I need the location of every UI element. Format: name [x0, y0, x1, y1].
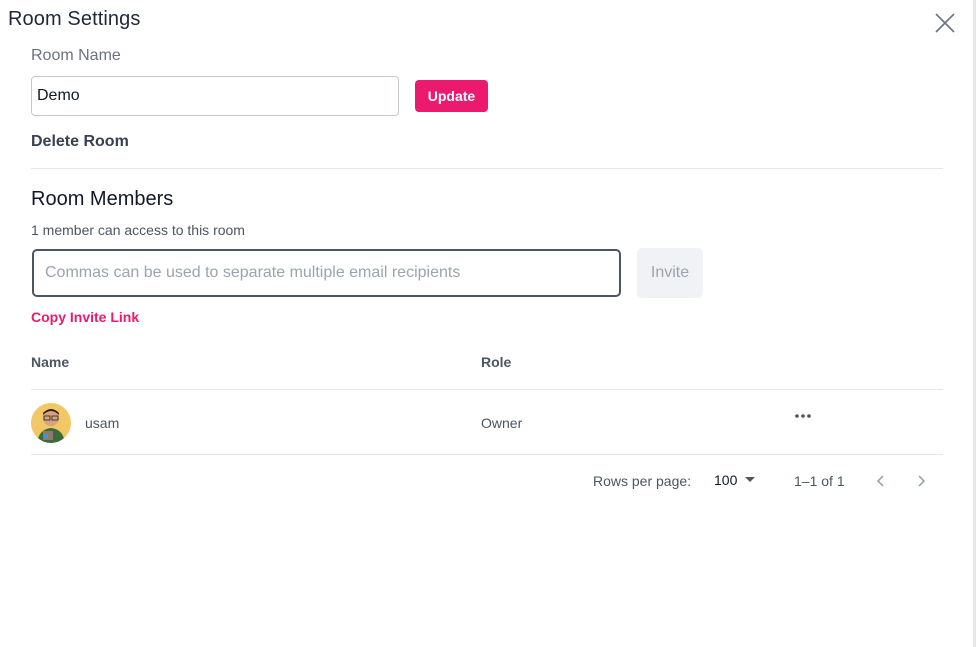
column-header-role[interactable]: Role [481, 354, 511, 370]
close-icon [935, 13, 955, 33]
rows-per-page-select[interactable]: 100 [714, 470, 760, 492]
invite-button[interactable]: Invite [637, 248, 703, 298]
room-name-input[interactable] [31, 76, 399, 116]
update-button[interactable]: Update [415, 80, 488, 112]
chevron-right-icon [918, 475, 926, 487]
room-name-label: Room Name [31, 47, 121, 64]
rows-per-page-label: Rows per page: [593, 473, 692, 489]
dialog-title: Room Settings [8, 8, 141, 30]
table-row-divider [31, 454, 943, 455]
members-count-text: 1 member can access to this room [31, 222, 245, 238]
member-name: usam [85, 415, 120, 431]
next-page-button[interactable] [910, 470, 932, 492]
pagination-range: 1–1 of 1 [794, 473, 845, 489]
room-members-title: Room Members [31, 188, 174, 210]
delete-room-button[interactable]: Delete Room [31, 133, 129, 151]
copy-invite-link[interactable]: Copy Invite Link [31, 309, 139, 325]
table-header-divider [31, 389, 943, 390]
more-horizontal-icon [795, 414, 811, 418]
column-header-name[interactable]: Name [31, 354, 69, 370]
invite-email-input[interactable] [32, 249, 621, 297]
rows-per-page-value: 100 [714, 472, 738, 488]
row-actions-button[interactable] [790, 406, 816, 426]
section-divider [31, 168, 943, 169]
chevron-left-icon [876, 475, 884, 487]
caret-down-icon [745, 477, 755, 482]
close-button[interactable] [932, 10, 958, 36]
user-avatar [31, 403, 71, 443]
member-role: Owner [481, 415, 523, 431]
previous-page-button[interactable] [870, 470, 892, 492]
